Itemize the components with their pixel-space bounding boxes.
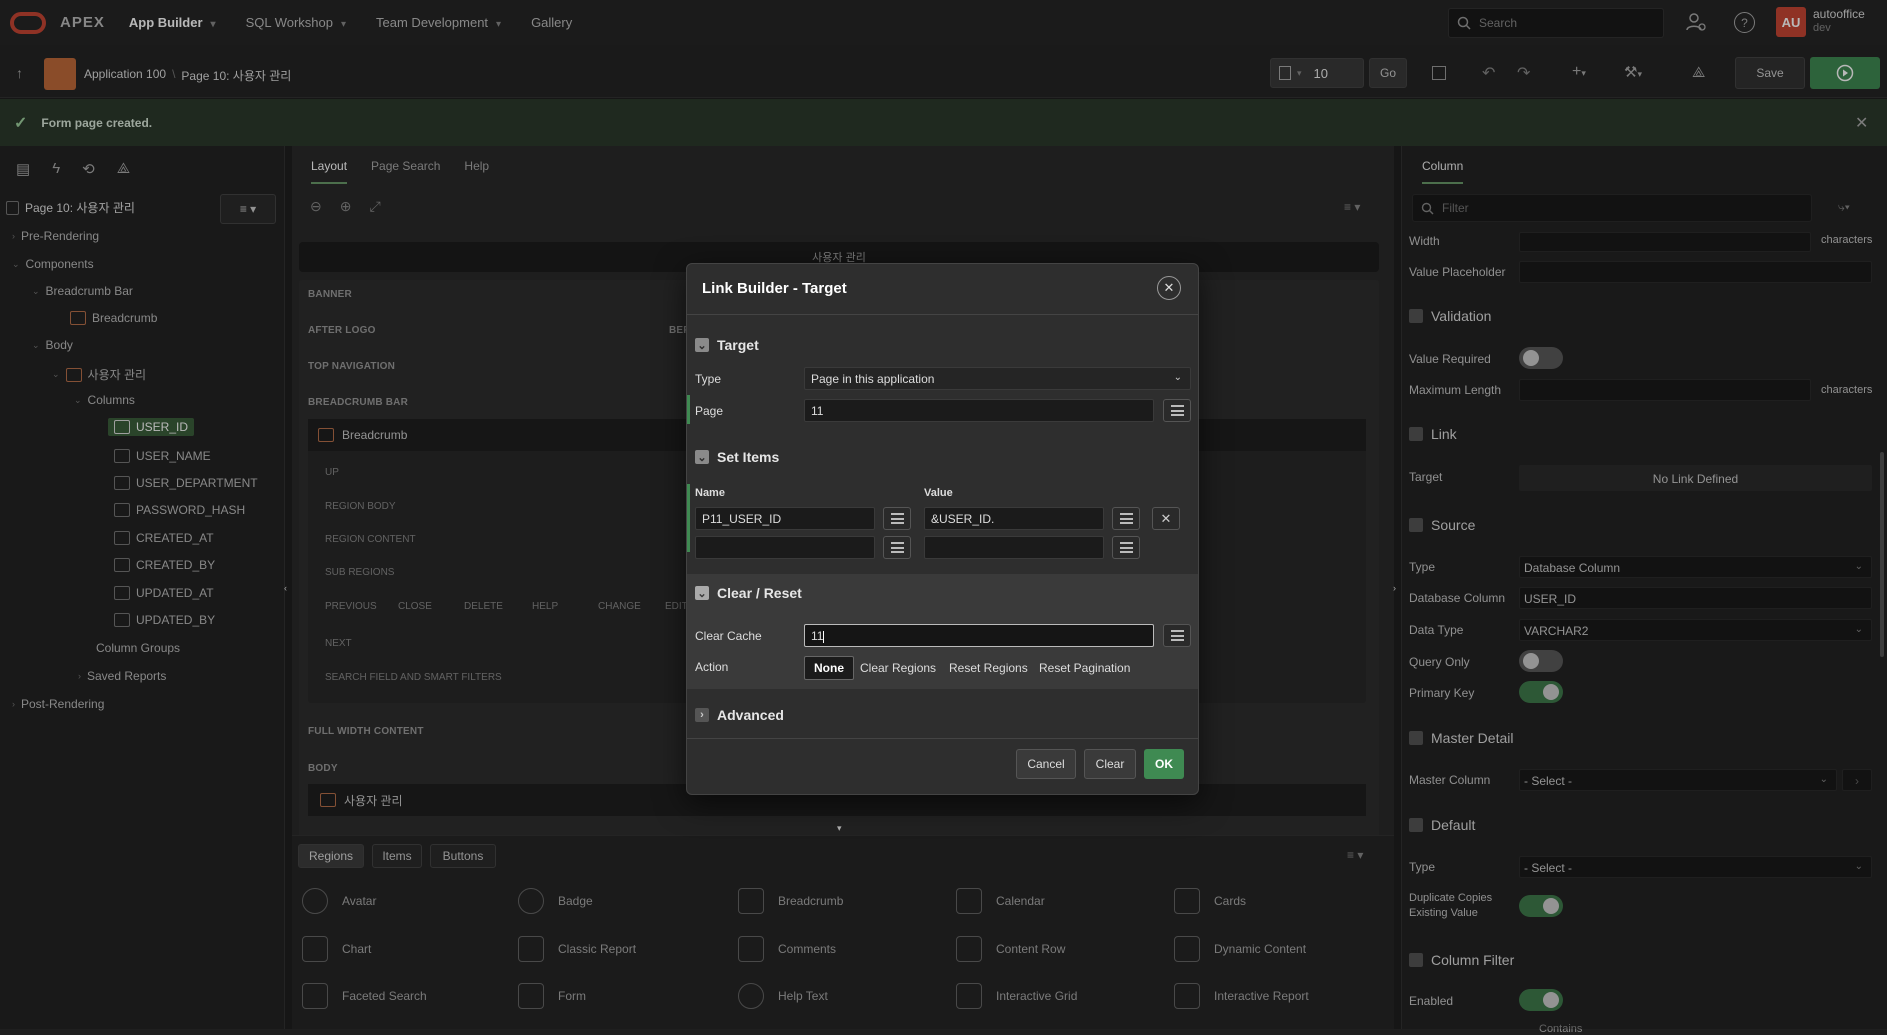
name-list-button[interactable] (883, 507, 911, 530)
action-clear-regions-option[interactable]: Clear Regions (852, 657, 944, 679)
required-indicator (687, 395, 690, 424)
clear-button[interactable]: Clear (1084, 749, 1136, 779)
close-icon: ✕ (1160, 510, 1172, 526)
left-splitter-handle-icon[interactable]: ‹ (284, 583, 287, 593)
value-list-button[interactable] (1112, 507, 1140, 530)
section-advanced[interactable]: › Advanced (695, 707, 784, 723)
set-item-name-input-empty[interactable] (695, 536, 875, 559)
clear-cache-list-button[interactable] (1163, 624, 1191, 647)
action-reset-pagination-option[interactable]: Reset Pagination (1031, 657, 1138, 679)
action-reset-regions-option[interactable]: Reset Regions (941, 657, 1036, 679)
link-builder-dialog: Link Builder - Target ✕ ⌄ Target Type Pag… (686, 263, 1199, 795)
section-clear-reset[interactable]: ⌄ Clear / Reset (695, 585, 802, 601)
footer-divider (687, 738, 1198, 739)
page-list-button[interactable] (1163, 399, 1191, 422)
list-icon (890, 513, 904, 524)
section-set-items[interactable]: ⌄ Set Items (695, 449, 779, 465)
chevron-right-icon: › (695, 708, 709, 722)
value-column-header: Value (924, 487, 953, 499)
clear-cache-label: Clear Cache (695, 629, 762, 643)
chevron-down-icon: ⌄ (1173, 372, 1182, 383)
remove-row-button[interactable]: ✕ (1152, 507, 1180, 530)
text-caret (823, 630, 825, 643)
close-icon[interactable]: ✕ (1157, 276, 1181, 300)
chevron-down-icon: ⌄ (695, 338, 709, 352)
set-item-value-input[interactable]: &USER_ID. (924, 507, 1104, 530)
ok-button[interactable]: OK (1144, 749, 1184, 779)
name-list-button[interactable] (883, 536, 911, 559)
set-item-value-input-empty[interactable] (924, 536, 1104, 559)
page-label: Page (695, 404, 724, 418)
required-indicator (687, 484, 690, 552)
action-label: Action (695, 660, 729, 674)
type-select[interactable]: Page in this application ⌄ (804, 367, 1191, 390)
page-input[interactable]: 11 (804, 399, 1154, 422)
name-column-header: Name (695, 487, 725, 499)
list-icon (1119, 542, 1133, 553)
list-icon (890, 542, 904, 553)
set-item-name-input[interactable]: P11_USER_ID (695, 507, 875, 530)
clear-cache-input[interactable]: 11 (804, 624, 1154, 647)
section-target[interactable]: ⌄ Target (695, 337, 759, 353)
chevron-down-icon: ⌄ (695, 450, 709, 464)
title-divider (687, 314, 1198, 315)
list-icon (1170, 630, 1184, 641)
value-list-button[interactable] (1112, 536, 1140, 559)
list-icon (1119, 513, 1133, 524)
chevron-down-icon: ⌄ (695, 586, 709, 600)
right-splitter-handle-icon[interactable]: › (1393, 583, 1396, 593)
list-icon (1170, 405, 1184, 416)
dialog-title: Link Builder - Target (702, 280, 847, 297)
type-label: Type (695, 372, 722, 386)
action-none-option[interactable]: None (804, 656, 854, 680)
splitter-handle-icon[interactable]: ▾ (837, 823, 842, 834)
cancel-button[interactable]: Cancel (1016, 749, 1076, 779)
